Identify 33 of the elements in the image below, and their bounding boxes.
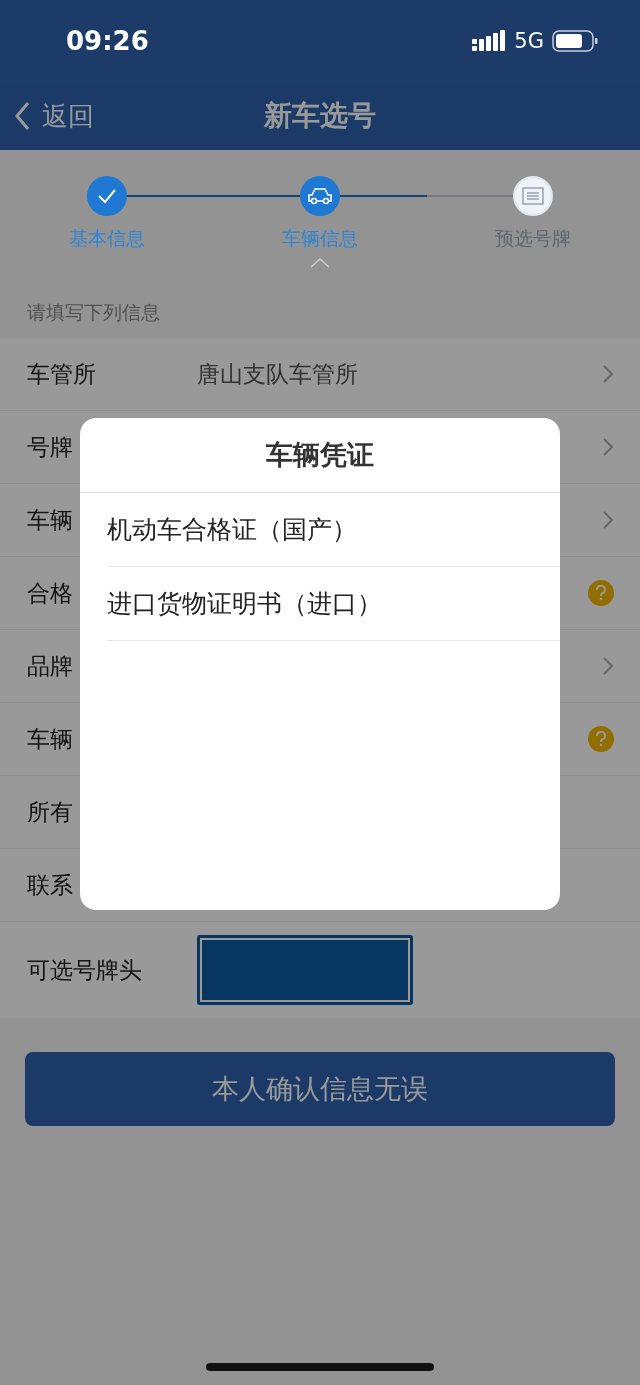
row-label: 车管所	[27, 360, 96, 387]
row-label: 号牌	[27, 433, 73, 460]
chevron-icon	[602, 656, 614, 676]
row-label: 所有	[27, 798, 73, 825]
step-label: 车辆信息	[282, 226, 358, 251]
check-icon	[96, 188, 117, 204]
row-label: 车辆	[27, 725, 73, 752]
chevron-icon	[602, 510, 614, 530]
row-label: 品牌	[27, 652, 73, 679]
step-label: 基本信息	[68, 226, 145, 251]
row-label: 联系	[27, 871, 73, 898]
section-label: 请填写下列信息	[26, 300, 161, 325]
row-label: 合格	[27, 579, 73, 606]
back-icon[interactable]	[14, 101, 30, 131]
dialog-title: 车辆凭证	[80, 418, 560, 493]
row-value: 唐山支队车管所	[197, 359, 359, 389]
back-button[interactable]: 返回	[14, 82, 94, 150]
row-label: 车辆	[27, 506, 73, 533]
signal-icon	[472, 30, 507, 52]
dialog-option[interactable]: 进口货物证明书（进口）	[107, 567, 560, 641]
battery-icon	[552, 30, 598, 52]
confirm-button[interactable]: 本人确认信息无误	[25, 1052, 615, 1126]
caret-icon	[310, 258, 330, 268]
chevron-icon	[602, 364, 614, 384]
status-time: 09:26	[66, 26, 149, 56]
plate-prefix-field[interactable]	[197, 935, 413, 1005]
dialog-option[interactable]: 机动车合格证（国产）	[107, 493, 560, 567]
document-icon	[522, 187, 545, 205]
row-label: 可选号牌头	[27, 956, 142, 983]
car-icon	[307, 187, 333, 205]
network-label: 5G	[514, 29, 544, 53]
page-title: 新车选号	[264, 98, 376, 134]
chevron-icon	[602, 437, 614, 457]
